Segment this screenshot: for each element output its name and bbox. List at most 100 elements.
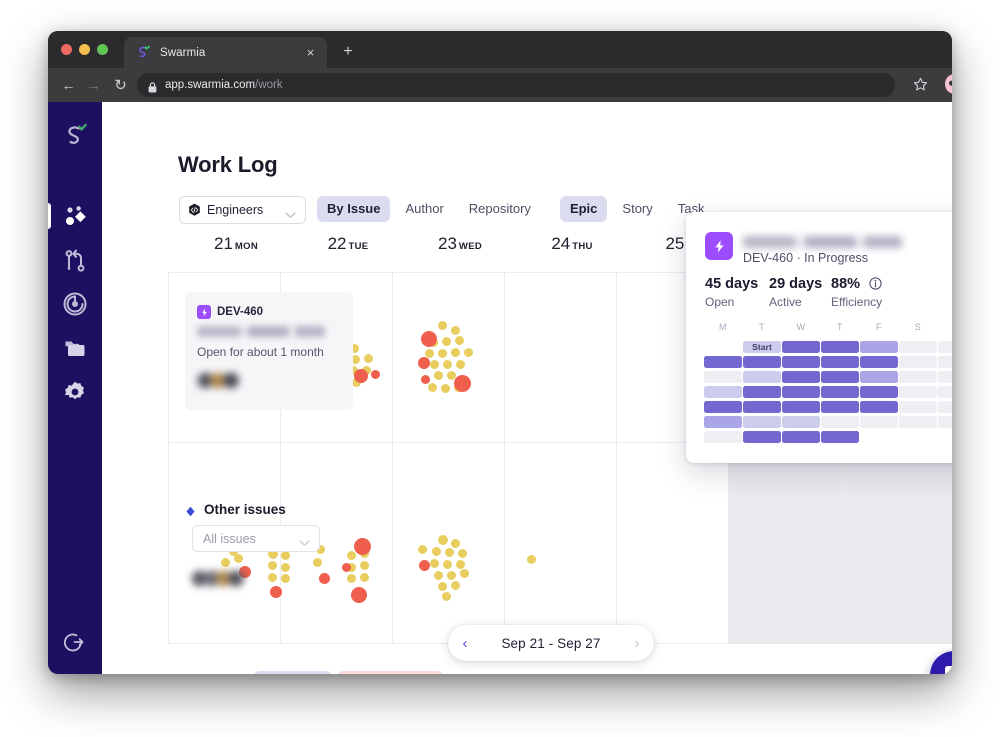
- commit-dot[interactable]: [456, 560, 465, 569]
- heatmap-cell[interactable]: [899, 371, 937, 383]
- commit-dot[interactable]: [347, 574, 356, 583]
- pull-request-dot[interactable]: [419, 560, 430, 571]
- pull-request-dot[interactable]: [421, 375, 430, 384]
- team-select[interactable]: Engineers: [179, 196, 306, 224]
- commit-dot[interactable]: [418, 545, 427, 554]
- commit-dot[interactable]: [281, 574, 290, 583]
- avatar[interactable]: [945, 74, 952, 94]
- pull-request-dot[interactable]: [371, 370, 380, 379]
- heatmap-cell[interactable]: [704, 401, 742, 413]
- commit-dot[interactable]: [451, 539, 460, 548]
- heatmap-cell[interactable]: [860, 371, 898, 383]
- window-minimize-button[interactable]: [79, 44, 90, 55]
- commit-dot[interactable]: [442, 337, 451, 346]
- pull-request-dot[interactable]: [270, 586, 282, 598]
- heatmap-cell[interactable]: [743, 431, 781, 443]
- heatmap-cell[interactable]: [821, 356, 859, 368]
- commit-dot[interactable]: [268, 573, 277, 582]
- commit-dot[interactable]: [438, 321, 447, 330]
- new-tab-button[interactable]: +: [338, 42, 358, 62]
- heatmap-cell[interactable]: [899, 386, 937, 398]
- heatmap-cell[interactable]: [899, 416, 937, 428]
- heatmap-cell[interactable]: [743, 401, 781, 413]
- heatmap-cell[interactable]: [704, 356, 742, 368]
- heatmap-cell[interactable]: [743, 371, 781, 383]
- intercom-chat-button[interactable]: [930, 651, 952, 674]
- tab-epic[interactable]: Epic: [560, 196, 607, 222]
- all-issues-select[interactable]: All issues: [192, 525, 320, 552]
- heatmap-cell[interactable]: [899, 341, 937, 353]
- logout-icon[interactable]: [62, 630, 86, 654]
- heatmap-cell[interactable]: [899, 356, 937, 368]
- heatmap-cell[interactable]: [743, 416, 781, 428]
- sidebar-item-insights[interactable]: [61, 290, 89, 318]
- commit-dot[interactable]: [451, 348, 460, 357]
- pull-request-dot[interactable]: [342, 563, 351, 572]
- reload-icon[interactable]: ↻: [111, 76, 130, 95]
- heatmap-cell[interactable]: [938, 356, 952, 368]
- commit-dot[interactable]: [313, 558, 322, 567]
- heatmap-cell[interactable]: [860, 416, 898, 428]
- heatmap-cell[interactable]: [821, 431, 859, 443]
- heatmap-cell[interactable]: [743, 386, 781, 398]
- commit-dot[interactable]: [451, 581, 460, 590]
- heatmap-cell[interactable]: [860, 401, 898, 413]
- sidebar-item-pull-requests[interactable]: [61, 246, 89, 274]
- prev-week-button[interactable]: ‹: [448, 635, 482, 652]
- heatmap-cell[interactable]: [704, 371, 742, 383]
- commit-dot[interactable]: [428, 383, 437, 392]
- commit-dot[interactable]: [438, 535, 448, 545]
- sidebar-item-projects[interactable]: [61, 334, 89, 362]
- browser-tab[interactable]: Swarmia ×: [124, 37, 327, 68]
- commit-dot[interactable]: [445, 548, 454, 557]
- commit-dot[interactable]: [458, 549, 467, 558]
- commit-dot[interactable]: [347, 551, 356, 560]
- close-icon[interactable]: ×: [303, 45, 318, 60]
- pull-request-dot[interactable]: [319, 573, 330, 584]
- commit-dot[interactable]: [442, 592, 451, 601]
- heatmap-cell[interactable]: [938, 341, 952, 353]
- heatmap-cell[interactable]: [782, 356, 820, 368]
- commit-dot[interactable]: [527, 555, 536, 564]
- heatmap-cell[interactable]: [782, 401, 820, 413]
- commit-dot[interactable]: [221, 558, 230, 567]
- pull-request-dot[interactable]: [354, 538, 371, 555]
- commit-dot[interactable]: [434, 371, 443, 380]
- heatmap-cell[interactable]: [938, 386, 952, 398]
- forward-icon[interactable]: →: [84, 76, 103, 95]
- legend-item[interactable]: Pull Request: [338, 671, 444, 674]
- commit-dot[interactable]: [451, 326, 460, 335]
- bookmark-star-icon[interactable]: [913, 77, 928, 92]
- legend-item[interactable]: Issue Update: [712, 671, 816, 674]
- info-icon[interactable]: [869, 277, 882, 290]
- heatmap-cell[interactable]: [899, 401, 937, 413]
- sidebar-item-settings[interactable]: [61, 378, 89, 406]
- commit-dot[interactable]: [443, 360, 452, 369]
- address-bar[interactable]: app.swarmia.com/work: [137, 73, 895, 97]
- pull-request-dot[interactable]: [418, 357, 430, 369]
- heatmap-cell[interactable]: [704, 416, 742, 428]
- heatmap-cell[interactable]: [821, 371, 859, 383]
- commit-dot[interactable]: [456, 360, 465, 369]
- next-week-button[interactable]: ›: [620, 635, 654, 652]
- commit-dot[interactable]: [447, 571, 456, 580]
- swarmia-logo-icon[interactable]: [61, 120, 89, 150]
- legend-item[interactable]: Issue Comment: [821, 671, 938, 674]
- heatmap-cell[interactable]: [782, 371, 820, 383]
- commit-dot[interactable]: [438, 349, 447, 358]
- commit-dot[interactable]: [434, 571, 443, 580]
- pull-request-dot[interactable]: [351, 587, 367, 603]
- commit-dot[interactable]: [464, 348, 473, 357]
- legend-item[interactable]: Comment: [621, 671, 706, 674]
- heatmap-cell[interactable]: [821, 401, 859, 413]
- heatmap-cell[interactable]: [860, 356, 898, 368]
- commit-dot[interactable]: [460, 569, 469, 578]
- commit-dot[interactable]: [443, 560, 452, 569]
- commit-dot[interactable]: [360, 573, 369, 582]
- heatmap-cell[interactable]: [938, 401, 952, 413]
- legend-item[interactable]: Commit: [254, 671, 332, 674]
- heatmap-cell[interactable]: [860, 341, 898, 353]
- commit-dot[interactable]: [432, 547, 441, 556]
- commit-dot[interactable]: [234, 554, 243, 563]
- heatmap-cell[interactable]: [743, 356, 781, 368]
